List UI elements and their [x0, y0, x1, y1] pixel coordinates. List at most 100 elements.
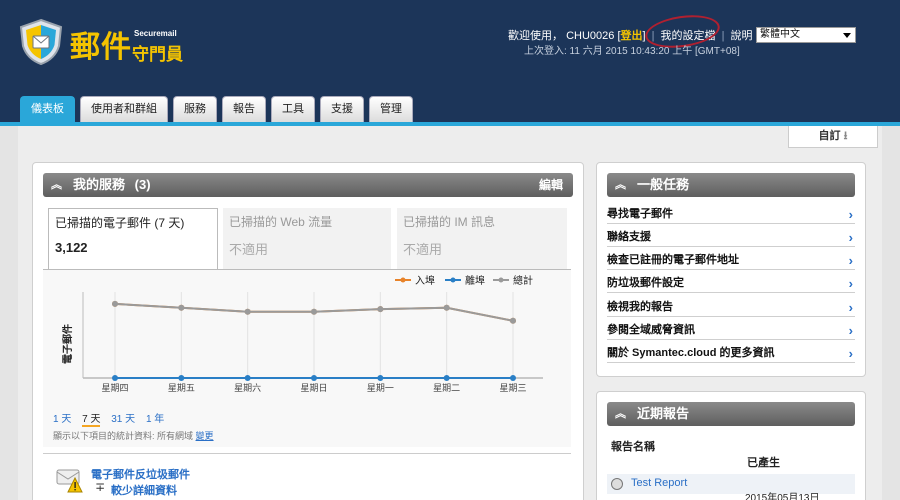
stats-footnote: 顯示以下項目的統計資料: 所有網域 變更	[53, 429, 214, 442]
series-point-1	[377, 375, 384, 381]
recent-reports-title: 近期報告	[637, 406, 690, 421]
series-point-2	[510, 317, 516, 324]
app-header: 郵件 Securemail 守門員 歡迎使用， CHU0026 [登出] | 我…	[0, 0, 900, 122]
range-7-days[interactable]: 7 天	[82, 414, 101, 427]
divider	[43, 453, 571, 454]
x-tick-label: 星期五	[168, 383, 195, 394]
series-point-2	[178, 304, 185, 311]
chevron-right-icon: ›	[848, 276, 853, 291]
username: CHU0026	[566, 30, 615, 42]
range-31-days[interactable]: 31 天	[111, 414, 135, 425]
my-services-title: 我的服務	[73, 177, 126, 192]
my-services-panel: ︽ 我的服務 (3) 編輯 已掃描的電子郵件 (7 天) 3,122 已掃描的 …	[32, 162, 584, 500]
service-tile-label: 已掃描的電子郵件 (7 天)	[55, 216, 185, 230]
customize-button[interactable]: 自訂 ⭳	[788, 126, 878, 148]
logo-text-cn: 郵件	[70, 30, 132, 65]
tab-support[interactable]: 支援	[320, 96, 364, 122]
legend-label: 總計	[513, 274, 533, 287]
tab-admin[interactable]: 管理	[369, 96, 413, 122]
x-tick-label: 星期四	[101, 383, 128, 394]
series-point-2	[443, 304, 450, 311]
my-services-count: (3)	[134, 177, 151, 192]
recent-reports-header[interactable]: ︽ 近期報告	[607, 402, 855, 426]
service-tile-value: 3,122	[55, 240, 88, 255]
service-tile-im[interactable]: 已掃描的 IM 訊息 不適用	[397, 208, 567, 270]
change-domain-link[interactable]: 變更	[196, 431, 214, 441]
series-point-1	[311, 375, 317, 381]
x-tick-label: 星期二	[433, 383, 460, 394]
collapse-icon[interactable]: ︽	[615, 173, 626, 197]
service-tile-web[interactable]: 已掃描的 Web 流量 不適用	[223, 208, 391, 270]
chevron-right-icon: ›	[848, 323, 853, 338]
edit-button[interactable]: 編輯	[539, 173, 563, 197]
series-point-2	[244, 308, 251, 315]
series-point-2	[112, 300, 118, 307]
legend-marker	[400, 277, 406, 283]
col-generated: 已產生	[747, 457, 780, 469]
my-services-header[interactable]: ︽ 我的服務 (3) 編輯	[43, 173, 573, 197]
download-arrow-icon: ⭳	[843, 130, 848, 142]
range-selector: 1 天 7 天 31 天 1 年	[53, 410, 172, 427]
help-link[interactable]: 說明	[731, 30, 753, 42]
logo-text-en: Securemail	[134, 29, 177, 38]
x-tick-label: 星期三	[499, 383, 526, 394]
logout-link[interactable]: 登出	[621, 30, 643, 42]
service-tile-label: 已掃描的 IM 訊息	[403, 215, 495, 229]
chevron-right-icon: ›	[848, 230, 853, 245]
customize-label: 自訂	[818, 130, 841, 142]
service-tile-value: 不適用	[229, 242, 269, 257]
task-find-email[interactable]: 尋找電子郵件 ›	[607, 206, 855, 224]
task-label: 聯絡支援	[607, 231, 651, 243]
tab-reports[interactable]: 報告	[222, 96, 266, 122]
series-point-2	[311, 308, 317, 315]
app-logo[interactable]: 郵件 Securemail 守門員	[18, 14, 218, 66]
task-view-reports[interactable]: 檢視我的報告 ›	[607, 299, 855, 317]
collapse-icon[interactable]: ︽	[51, 173, 62, 197]
logo-text-cn-sub: 守門員	[132, 45, 183, 65]
x-tick-label: 星期六	[234, 382, 261, 394]
task-antispam-settings[interactable]: 防垃圾郵件設定 ›	[607, 275, 855, 293]
antispam-title-link[interactable]: 電子郵件反垃圾郵件	[91, 466, 190, 482]
tab-tools[interactable]: 工具	[271, 96, 315, 122]
x-tick-label: 星期一	[367, 383, 394, 394]
general-tasks-header[interactable]: ︽ 一般任務	[607, 173, 855, 197]
col-report-name: 報告名稱	[611, 441, 655, 453]
collapse-icon[interactable]: ︽	[615, 402, 626, 426]
x-tick-label: 星期日	[300, 383, 327, 394]
task-label: 檢查已註冊的電子郵件地址	[607, 254, 739, 266]
report-date: 2015年05月13日	[745, 493, 820, 500]
chevron-right-icon: ›	[848, 300, 853, 315]
less-details-link[interactable]: 較少詳細資料	[111, 482, 177, 498]
task-check-addresses[interactable]: 檢查已註冊的電子郵件地址 ›	[607, 252, 855, 270]
task-contact-support[interactable]: 聯絡支援 ›	[607, 229, 855, 247]
tab-dashboard[interactable]: 儀表板	[20, 96, 75, 122]
task-about-symantec[interactable]: 關於 Symantec.cloud 的更多資訊 ›	[607, 345, 855, 363]
range-1-year[interactable]: 1 年	[146, 414, 164, 425]
report-name-link[interactable]: Test Report	[631, 477, 687, 489]
legend-label: 離埠	[465, 274, 485, 287]
tab-users-groups[interactable]: 使用者和群組	[80, 96, 168, 122]
expand-toggle-icon[interactable]: ∓	[95, 480, 105, 494]
general-tasks-panel: ︽ 一般任務 尋找電子郵件 › 聯絡支援 › 檢查已註冊的電子郵件地址 › 防垃圾郵件…	[596, 162, 866, 377]
task-global-threats[interactable]: 參閱全域威脅資訊 ›	[607, 322, 855, 340]
series-point-2	[377, 306, 384, 313]
series-point-1	[244, 375, 251, 381]
task-label: 參閱全域威脅資訊	[607, 324, 695, 336]
service-tile-email[interactable]: 已掃描的電子郵件 (7 天) 3,122	[48, 208, 218, 270]
report-download-icon[interactable]	[611, 478, 623, 490]
series-point-1	[443, 375, 450, 381]
series-point-1	[112, 375, 118, 381]
series-point-1	[510, 375, 516, 381]
range-1-day[interactable]: 1 天	[53, 414, 71, 425]
spam-warning-icon	[56, 469, 83, 493]
chevron-down-icon	[843, 33, 851, 38]
chevron-right-icon: ›	[848, 253, 853, 268]
recent-reports-panel: ︽ 近期報告 報告名稱 已產生 Test Report 2015年05月13日	[596, 391, 866, 500]
task-label: 防垃圾郵件設定	[607, 277, 684, 289]
language-select[interactable]: 繁體中文	[756, 27, 856, 43]
task-label: 檢視我的報告	[607, 301, 673, 313]
service-tile-value: 不適用	[403, 242, 443, 257]
series-point-1	[178, 375, 185, 381]
task-label: 關於 Symantec.cloud 的更多資訊	[607, 347, 775, 359]
tab-services[interactable]: 服務	[173, 96, 217, 122]
